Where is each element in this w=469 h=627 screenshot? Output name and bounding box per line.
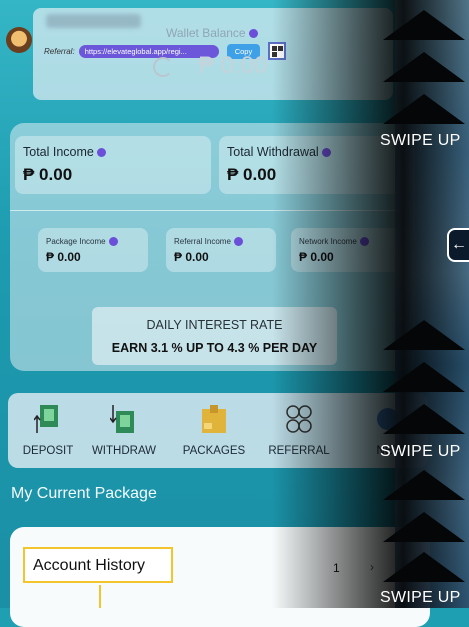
total-withdrawal-value: ₱ 0.00 (227, 165, 277, 184)
total-income-label: Total Income (23, 145, 106, 159)
avatar[interactable] (6, 27, 32, 53)
withdraw-button[interactable]: WITHDRAW (84, 393, 164, 468)
packages-button[interactable]: PACKAGES (174, 393, 254, 468)
back-arrow-button[interactable]: ← (447, 228, 469, 262)
account-history-title[interactable]: Account History (33, 557, 145, 575)
referral-label: Referral: (44, 46, 75, 56)
swipe-up-arrow-icon (383, 320, 465, 350)
network-income-label: Network Income (299, 237, 369, 247)
package-income-value: ₱ 0.00 (46, 250, 81, 264)
swipe-up-label: SWIPE UP (380, 443, 461, 460)
rate-title: DAILY INTEREST RATE (146, 318, 283, 332)
wallet-balance-value: ₱ 0.00 (198, 52, 268, 79)
info-icon[interactable] (96, 148, 106, 158)
action-bar: DEPOSIT WITHDRAW PACKAGES REFERRAL NET (8, 393, 428, 468)
referral-income-label: Referral Income (174, 237, 243, 247)
highlight-pointer (99, 585, 101, 608)
info-icon[interactable] (359, 237, 369, 247)
swipe-up-arrow-icon (383, 10, 465, 40)
total-withdrawal-label: Total Withdrawal (227, 145, 331, 159)
referral-button[interactable]: REFERRAL (259, 393, 339, 468)
swipe-up-arrow-icon (383, 404, 465, 434)
referral-label: REFERRAL (268, 445, 330, 457)
page-number[interactable]: 1 (333, 561, 340, 575)
refresh-icon[interactable] (153, 57, 173, 77)
next-page-icon[interactable]: › (370, 560, 374, 574)
network-income-value: ₱ 0.00 (299, 250, 334, 264)
swipe-up-arrow-icon (383, 94, 465, 124)
divider (10, 210, 405, 211)
rate-text: EARN 3.1 % UP TO 4.3 % PER DAY (111, 341, 318, 355)
deposit-label: DEPOSIT (22, 445, 74, 457)
swipe-up-arrow-icon (383, 470, 465, 500)
info-icon[interactable] (248, 29, 258, 39)
deposit-icon (34, 405, 58, 433)
packages-label: PACKAGES (182, 445, 246, 457)
total-income-value: ₱ 0.00 (23, 165, 73, 184)
referral-icon (286, 405, 312, 433)
info-icon[interactable] (233, 237, 243, 247)
swipe-up-label: SWIPE UP (380, 589, 461, 606)
withdraw-icon (110, 405, 134, 433)
referral-income-value: ₱ 0.00 (174, 250, 209, 264)
wallet-balance-label: Wallet Balance (166, 26, 258, 40)
package-income-label: Package Income (46, 237, 118, 247)
swipe-up-arrow-icon (383, 512, 465, 542)
withdraw-label: WITHDRAW (91, 445, 157, 457)
swipe-up-arrow-icon (383, 362, 465, 392)
info-icon[interactable] (321, 148, 331, 158)
daily-interest-rate-box: DAILY INTEREST RATE EARN 3.1 % UP TO 4.3… (92, 307, 337, 365)
swipe-up-label: SWIPE UP (380, 132, 461, 149)
current-package-title: My Current Package (11, 485, 157, 502)
swipe-up-arrow-icon (383, 552, 465, 582)
qr-code-icon[interactable] (268, 42, 287, 60)
packages-icon (202, 405, 226, 433)
info-icon[interactable] (108, 237, 118, 247)
username-blurred (46, 14, 141, 28)
swipe-up-arrow-icon (383, 52, 465, 82)
deposit-button[interactable]: DEPOSIT (8, 393, 88, 468)
